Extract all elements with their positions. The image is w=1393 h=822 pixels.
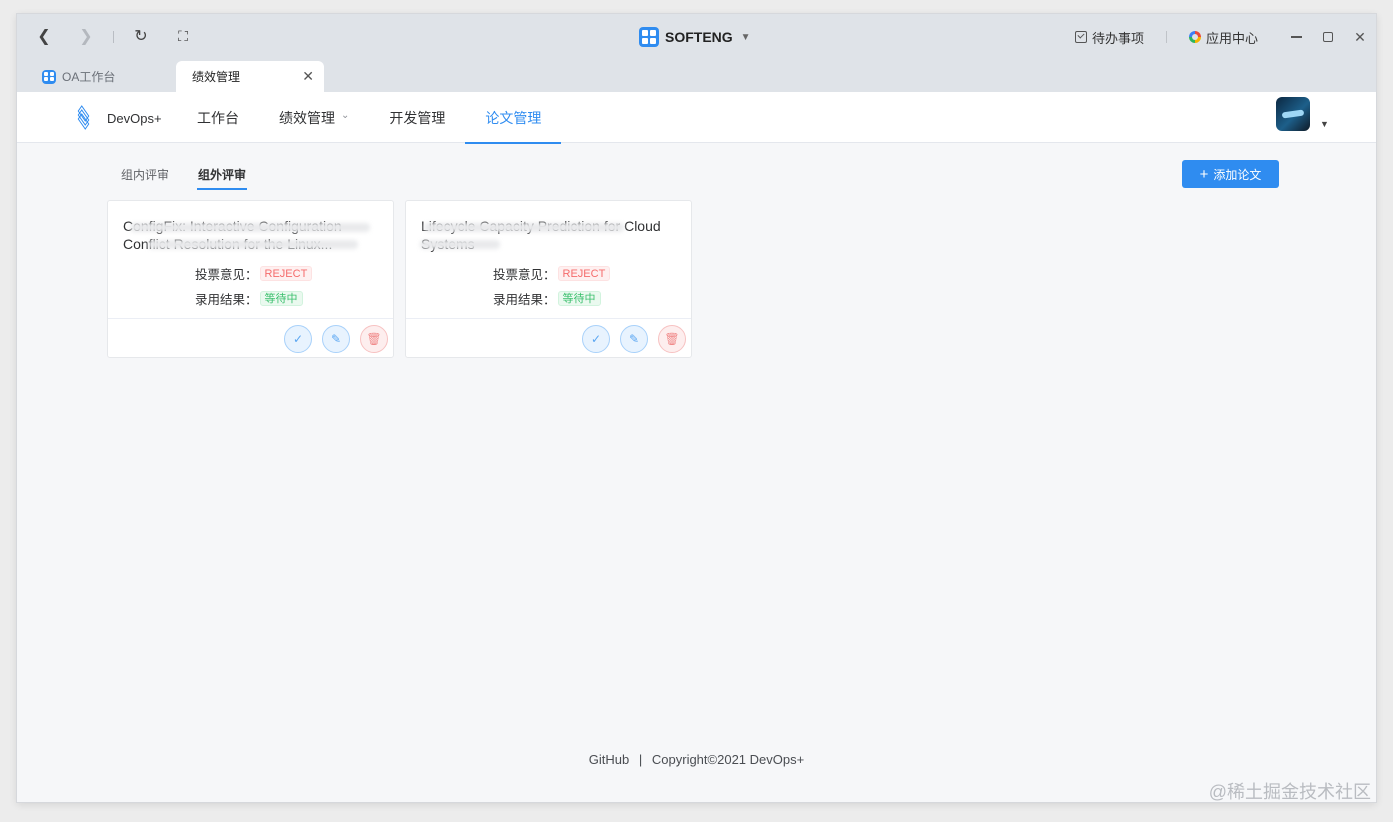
user-menu-caret-icon[interactable]: ▼: [1320, 119, 1329, 129]
brand-switcher[interactable]: SOFTENG ▼: [639, 26, 751, 48]
vote-label: 投票意见：: [493, 268, 556, 282]
trash-icon: 🗑: [664, 332, 680, 346]
app-name: DevOps+: [107, 110, 162, 126]
pen-icon: ✎: [330, 332, 342, 346]
fullscreen-icon[interactable]: ⛶: [172, 25, 194, 47]
todo-button[interactable]: 待办事项: [1074, 28, 1144, 47]
footer-separator: |: [638, 752, 643, 767]
check-icon: ✓: [590, 332, 602, 346]
titlebar-divider: [1165, 31, 1167, 43]
minimize-icon[interactable]: [1280, 26, 1312, 48]
approve-button[interactable]: ✓: [582, 325, 610, 353]
edit-button[interactable]: ✎: [322, 325, 350, 353]
menu-label: 绩效管理: [279, 109, 335, 126]
paper-card: Lifecycle Capacity Prediction for Cloud …: [405, 200, 692, 358]
redaction-mask: [148, 240, 358, 249]
github-link[interactable]: GitHub: [589, 752, 629, 767]
tab-internal-review[interactable]: 组内评审: [121, 166, 169, 189]
delete-button[interactable]: 🗑: [360, 325, 388, 353]
menu-label: 论文管理: [485, 109, 542, 126]
app-logo[interactable]: DevOps+: [75, 105, 162, 130]
page-footer: GitHub | Copyright©2021 DevOps+: [17, 752, 1376, 767]
menu-item-development[interactable]: 开发管理: [369, 92, 465, 143]
check-icon: ✓: [292, 332, 304, 346]
redaction-mask: [130, 223, 370, 232]
checkbox-icon: [1074, 31, 1087, 43]
tab-label: OA工作台: [62, 70, 116, 84]
redaction-mask: [420, 240, 500, 249]
main-menu: 工作台 绩效管理 ⌄ 开发管理 论文管理: [177, 92, 562, 144]
close-window-icon[interactable]: ✕: [1344, 26, 1376, 48]
result-label: 录用结果：: [493, 293, 556, 307]
delete-button[interactable]: 🗑: [658, 325, 686, 353]
browser-tab-performance[interactable]: 绩效管理 ✕: [176, 61, 324, 92]
back-icon[interactable]: ❮: [33, 25, 55, 47]
titlebar-actions: 待办事项 应用中心 ✕: [1074, 26, 1376, 48]
todo-label: 待办事项: [1091, 30, 1144, 46]
menu-item-performance[interactable]: 绩效管理 ⌄: [259, 92, 369, 143]
result-tag: 等待中: [259, 291, 303, 306]
plus-icon: +: [1199, 165, 1209, 183]
add-paper-button[interactable]: + 添加论文: [1182, 160, 1279, 188]
vote-tag: REJECT: [259, 266, 313, 281]
menu-item-workbench[interactable]: 工作台: [177, 92, 259, 143]
redaction-mask: [424, 223, 624, 232]
add-paper-label: 添加论文: [1213, 167, 1262, 182]
menu-label: 开发管理: [389, 109, 446, 126]
result-row: 录用结果： 等待中: [195, 289, 303, 308]
result-label: 录用结果：: [195, 293, 258, 307]
window-controls: ✕: [1280, 26, 1376, 48]
app-header: DevOps+ 工作台 绩效管理 ⌄ 开发管理 论文管理 ▼: [17, 92, 1376, 144]
result-tag: 等待中: [557, 291, 601, 306]
vote-row: 投票意见： REJECT: [493, 264, 611, 283]
paper-card: ConfigFix: Interactive Configuration Con…: [107, 200, 394, 358]
pen-icon: ✎: [628, 332, 640, 346]
app-center-icon: [1188, 31, 1201, 43]
vote-label: 投票意见：: [195, 268, 258, 282]
copyright-text: Copyright©2021 DevOps+: [651, 752, 805, 767]
title-bar: ❮ ❯ ↻ ⛶ SOFTENG ▼ 待办事项 应用中心 ✕ OA工作台 绩效管理…: [17, 14, 1376, 92]
app-center-label: 应用中心: [1205, 30, 1258, 46]
tab-external-review[interactable]: 组外评审: [197, 166, 248, 190]
watermark: @稀土掘金技术社区: [1208, 782, 1371, 802]
app-center-button[interactable]: 应用中心: [1188, 28, 1258, 47]
menu-label: 工作台: [197, 109, 239, 126]
app-window: ❮ ❯ ↻ ⛶ SOFTENG ▼ 待办事项 应用中心 ✕ OA工作台 绩效管理…: [17, 14, 1376, 802]
browser-tab-oa[interactable]: OA工作台: [42, 61, 115, 92]
menu-item-papers[interactable]: 论文管理: [465, 92, 562, 144]
vote-tag: REJECT: [557, 266, 611, 281]
tab-label: 绩效管理: [192, 70, 241, 84]
card-actions: ✓ ✎ 🗑: [108, 318, 393, 357]
refresh-icon[interactable]: ↻: [130, 25, 152, 47]
brand-logo-icon: [639, 27, 659, 47]
edit-button[interactable]: ✎: [620, 325, 648, 353]
brand-name: SOFTENG: [665, 29, 733, 45]
card-actions: ✓ ✎ 🗑: [406, 318, 691, 357]
oa-app-icon: [42, 69, 56, 84]
chevron-down-icon: ⌄: [341, 110, 350, 121]
layers-icon: [75, 105, 93, 130]
trash-icon: 🗑: [366, 332, 382, 346]
review-tabs: 组内评审 组外评审: [121, 166, 248, 190]
caret-down-icon: ▼: [740, 31, 751, 43]
forward-icon[interactable]: ❯: [75, 25, 97, 47]
approve-button[interactable]: ✓: [284, 325, 312, 353]
nav-divider: [113, 31, 114, 43]
close-tab-icon[interactable]: ✕: [302, 68, 314, 85]
maximize-icon[interactable]: [1312, 26, 1344, 48]
result-row: 录用结果： 等待中: [493, 289, 601, 308]
avatar[interactable]: [1276, 97, 1310, 131]
vote-row: 投票意见： REJECT: [195, 264, 313, 283]
